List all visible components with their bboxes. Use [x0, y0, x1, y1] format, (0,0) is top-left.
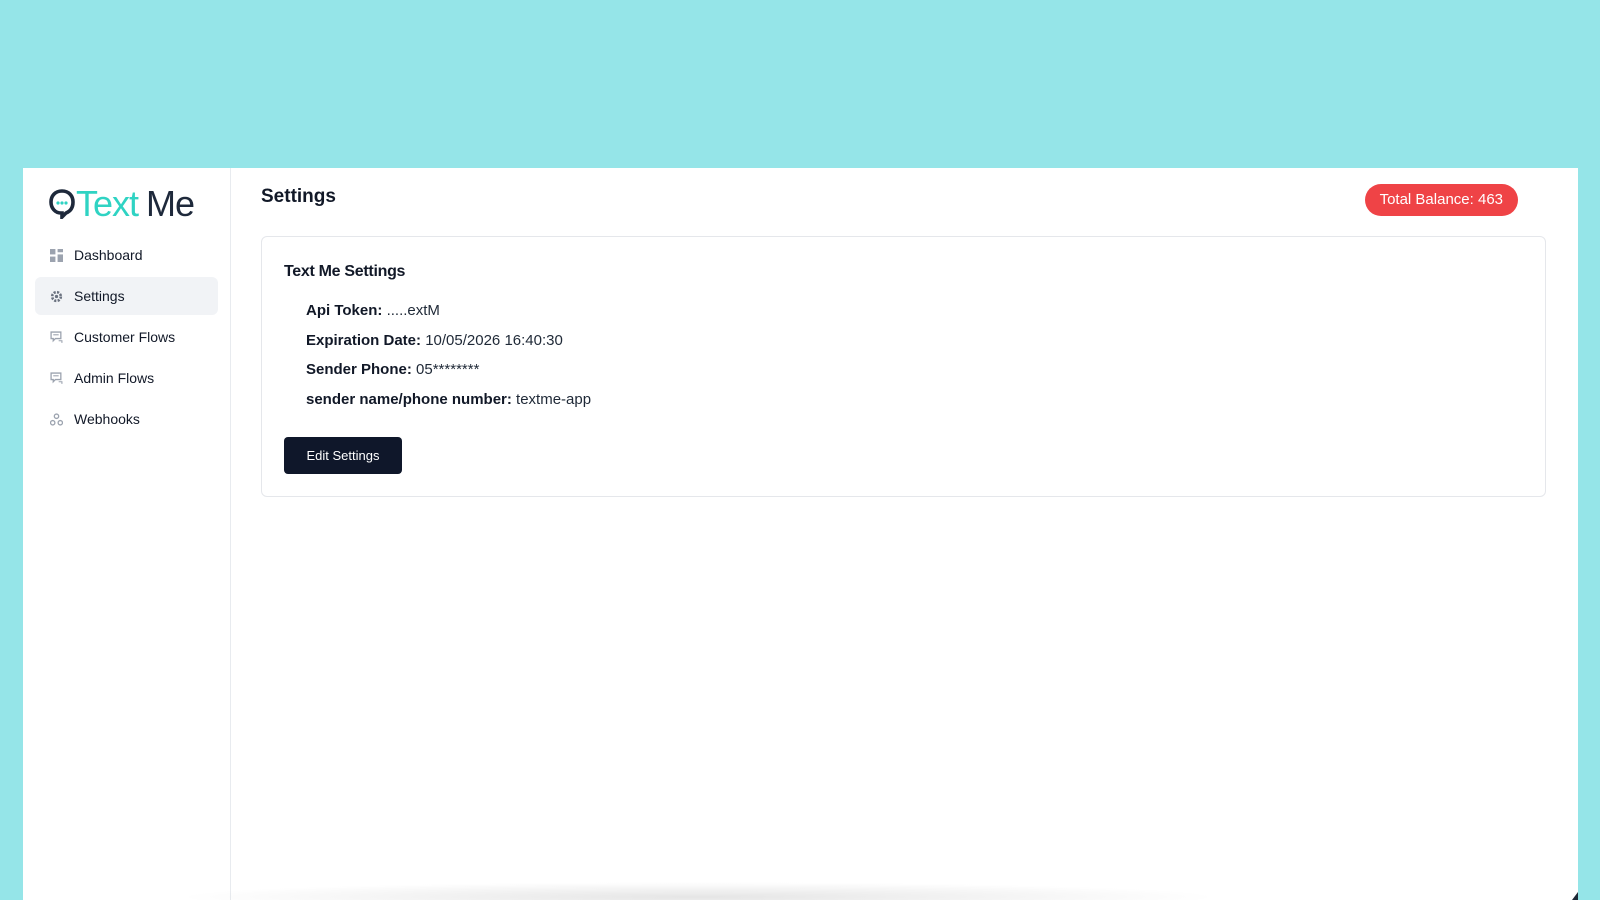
settings-details: Api Token: .....extM Expiration Date: 10…	[306, 301, 591, 419]
sidebar-item-label: Webhooks	[74, 411, 140, 427]
expiration-date-row: Expiration Date: 10/05/2026 16:40:30	[306, 331, 591, 361]
sidebar-item-label: Admin Flows	[74, 370, 155, 386]
app-window: Text Me Dashboard Settings Customer Flow…	[23, 168, 1578, 900]
sidebar-item-dashboard[interactable]: Dashboard	[35, 236, 218, 274]
page-title: Settings	[261, 186, 336, 207]
sender-name-value: textme-app	[516, 390, 592, 408]
main-content: Settings Total Balance: 463 Text Me Sett…	[231, 168, 1578, 900]
sidebar-item-webhooks[interactable]: Webhooks	[35, 400, 218, 438]
edit-settings-button[interactable]: Edit Settings	[284, 437, 402, 474]
corner-resize-handle	[1572, 892, 1578, 900]
logo-chat-bubble-icon	[49, 189, 75, 222]
sidebar-nav: Dashboard Settings Customer Flows Admin …	[35, 236, 218, 441]
grid-icon	[50, 248, 63, 262]
sender-name-label: sender name/phone number:	[306, 390, 512, 408]
total-balance-badge: Total Balance: 463	[1364, 184, 1518, 216]
chat-flow-icon	[50, 330, 63, 344]
sidebar-item-label: Settings	[74, 288, 125, 304]
logo[interactable]: Text Me	[49, 186, 218, 222]
sender-name-row: sender name/phone number: textme-app	[306, 390, 591, 420]
webhook-icon	[50, 412, 63, 426]
api-token-row: Api Token: .....extM	[306, 301, 591, 331]
logo-text-text: Text	[76, 183, 139, 224]
api-token-value: .....extM	[386, 302, 440, 319]
gear-icon	[50, 290, 63, 303]
card-title: Text Me Settings	[284, 263, 406, 280]
chat-flow-icon	[50, 371, 63, 385]
sidebar: Text Me Dashboard Settings Customer Flow…	[23, 168, 231, 900]
logo-text-me: Me	[146, 183, 195, 224]
sidebar-item-label: Dashboard	[74, 247, 143, 263]
sidebar-item-settings[interactable]: Settings	[35, 277, 218, 315]
sender-phone-value: 05********	[416, 361, 480, 378]
sidebar-item-admin-flows[interactable]: Admin Flows	[35, 359, 218, 397]
settings-card: Text Me Settings Api Token: .....extM Ex…	[261, 236, 1546, 497]
expiration-date-label: Expiration Date:	[306, 331, 422, 349]
sidebar-item-label: Customer Flows	[74, 329, 176, 345]
sidebar-item-customer-flows[interactable]: Customer Flows	[35, 318, 218, 356]
sender-phone-label: Sender Phone:	[306, 361, 412, 378]
expiration-date-value: 10/05/2026 16:40:30	[425, 331, 563, 349]
sender-phone-row: Sender Phone: 05********	[306, 360, 591, 390]
api-token-label: Api Token:	[306, 302, 383, 319]
